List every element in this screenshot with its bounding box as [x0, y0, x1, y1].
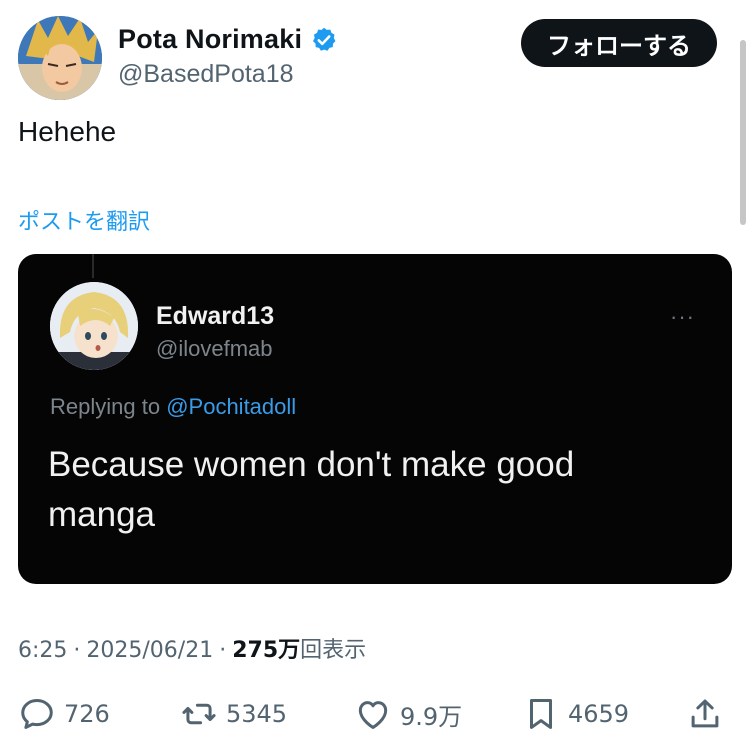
like-button[interactable]: 9.9万: [354, 690, 462, 738]
repost-arrows-icon: [182, 703, 216, 725]
quoted-handle: @ilovefmab: [156, 336, 273, 361]
author-handle[interactable]: @BasedPota18: [118, 60, 294, 89]
meta-separator: ·: [73, 638, 81, 663]
bookmark-count: 4659: [568, 700, 630, 728]
views-label: 回表示: [300, 638, 367, 663]
post-meta: 6:25 · 2025/06/21 · 275万回表示: [18, 632, 366, 664]
quoted-display-name: Edward13: [156, 302, 275, 330]
meta-separator-2: ·: [219, 638, 227, 663]
author-name-row: Pota Norimaki: [118, 24, 338, 55]
share-button[interactable]: [686, 690, 724, 738]
post-text: Hehehe: [18, 116, 117, 147]
share-upload-icon: [691, 699, 719, 728]
translate-post-link[interactable]: ポストを翻訳: [18, 204, 150, 236]
author-avatar-image: [18, 16, 102, 100]
bookmark-button[interactable]: 4659: [522, 690, 629, 738]
heart-icon: [358, 701, 388, 729]
post-time[interactable]: 6:25: [18, 638, 67, 663]
quoted-replying-mention: @Pochitadoll: [166, 394, 297, 419]
post-date[interactable]: 2025/06/21: [86, 638, 213, 663]
quoted-replying-prefix: Replying to: [50, 394, 161, 419]
attached-image[interactable]: Edward13 @ilovefmab ··· Replying to @Poc…: [18, 254, 732, 584]
views-unit: 万: [278, 638, 301, 663]
scrollbar[interactable]: [740, 40, 746, 225]
quoted-more-icon: ···: [670, 304, 695, 329]
quoted-body-text: Because women don't make good manga: [48, 445, 575, 534]
views-number: 275: [232, 638, 279, 663]
verified-badge-icon[interactable]: [310, 26, 338, 54]
repost-count: 5345: [226, 700, 288, 728]
reply-count: 726: [64, 700, 110, 728]
like-count: 9.9万: [400, 702, 463, 731]
thread-line: [92, 254, 94, 278]
author-display-name[interactable]: Pota Norimaki: [118, 24, 302, 55]
follow-button[interactable]: フォローする: [521, 19, 717, 67]
bookmark-icon: [529, 699, 553, 729]
quoted-replying-line: Replying to @Pochitadoll: [50, 394, 296, 420]
views-count[interactable]: 275万回表示: [232, 632, 366, 664]
repost-button[interactable]: 5345: [180, 690, 287, 738]
quoted-avatar-image: [50, 282, 138, 370]
author-avatar[interactable]: [18, 16, 102, 100]
action-bar: 726 5345 9.9万 4659: [18, 690, 732, 738]
reply-button[interactable]: 726: [18, 690, 110, 738]
reply-bubble-icon: [21, 699, 53, 729]
quoted-avatar: [50, 282, 138, 370]
